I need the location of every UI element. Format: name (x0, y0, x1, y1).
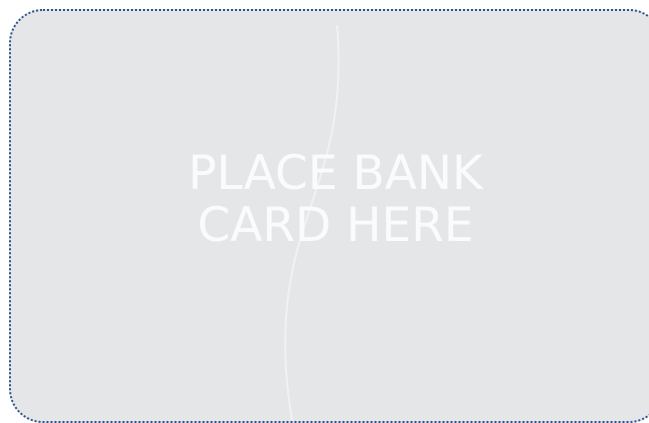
bank-card-drop-zone[interactable]: PLACE BANK CARD HERE (9, 9, 649, 423)
instruction-line-1: PLACE BANK (188, 146, 483, 201)
instruction-line-2: CARD HERE (197, 198, 474, 253)
place-card-instruction: PLACE BANK CARD HERE (11, 148, 649, 252)
